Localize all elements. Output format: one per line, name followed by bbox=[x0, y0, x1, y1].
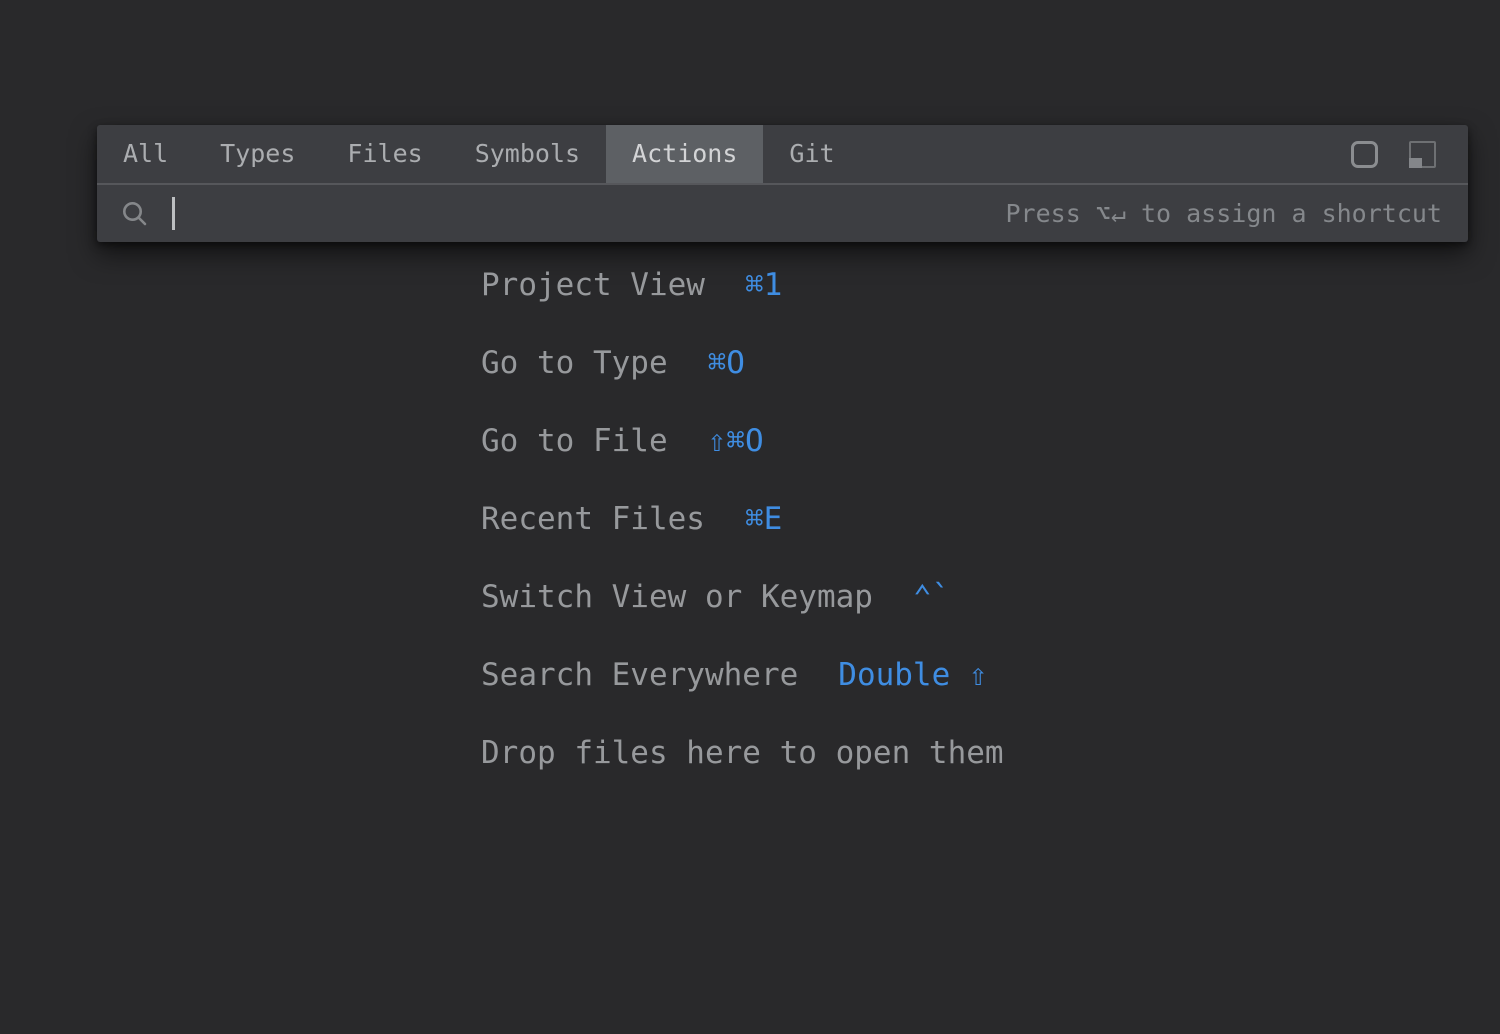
action-label: Go to Type bbox=[481, 345, 668, 381]
action-shortcut: ⇧⌘O bbox=[708, 423, 764, 459]
search-everywhere-dialog: All Types Files Symbols Actions Git Pres… bbox=[97, 125, 1468, 242]
action-shortcut: ⌃` bbox=[913, 579, 950, 615]
search-icon bbox=[121, 200, 149, 228]
filter-frame-icon[interactable] bbox=[1351, 141, 1378, 168]
action-label: Go to File bbox=[481, 423, 668, 459]
action-label: Project View bbox=[481, 267, 705, 303]
tab-label: Actions bbox=[632, 139, 737, 168]
action-shortcut: ⌘E bbox=[745, 501, 782, 537]
shortcut-hint-row: Search Everywhere Double ⇧ bbox=[481, 636, 1004, 714]
tab-bar: All Types Files Symbols Actions Git bbox=[97, 125, 1468, 183]
search-input[interactable] bbox=[175, 199, 1006, 229]
tab-git[interactable]: Git bbox=[763, 125, 860, 183]
tab-label: Git bbox=[789, 139, 834, 168]
shortcut-hint-row: Go to Type ⌘O bbox=[481, 324, 1004, 402]
shortcut-hint-row: Recent Files ⌘E bbox=[481, 480, 1004, 558]
tab-types[interactable]: Types bbox=[194, 125, 321, 183]
action-label: Switch View or Keymap bbox=[481, 579, 873, 615]
shortcut-hint-row: Switch View or Keymap ⌃` bbox=[481, 558, 1004, 636]
tab-symbols[interactable]: Symbols bbox=[449, 125, 606, 183]
action-shortcut: Double ⇧ bbox=[838, 657, 987, 693]
action-label: Drop files here to open them bbox=[481, 735, 1004, 771]
shortcut-assign-hint: Press ⌥↵ to assign a shortcut bbox=[1006, 199, 1443, 228]
action-shortcut: ⌘1 bbox=[745, 267, 782, 303]
shortcut-hint-row: Drop files here to open them bbox=[481, 714, 1004, 792]
search-row: Press ⌥↵ to assign a shortcut bbox=[97, 185, 1468, 242]
tab-actions[interactable]: Actions bbox=[606, 125, 763, 183]
shortcut-hint-row: Go to File ⇧⌘O bbox=[481, 402, 1004, 480]
tab-label: Types bbox=[220, 139, 295, 168]
shortcut-hint-row: Project View ⌘1 bbox=[481, 246, 1004, 324]
tab-label: All bbox=[123, 139, 168, 168]
tabbar-icons bbox=[1351, 125, 1468, 183]
open-in-find-window-icon[interactable] bbox=[1409, 141, 1436, 168]
tab-label: Files bbox=[347, 139, 422, 168]
action-label: Recent Files bbox=[481, 501, 705, 537]
tab-files[interactable]: Files bbox=[321, 125, 448, 183]
empty-state-shortcut-list: Project View ⌘1 Go to Type ⌘O Go to File ⇧⌘… bbox=[481, 246, 1004, 792]
action-shortcut: ⌘O bbox=[708, 345, 745, 381]
tab-all[interactable]: All bbox=[97, 125, 194, 183]
tab-list: All Types Files Symbols Actions Git bbox=[97, 125, 861, 183]
tab-label: Symbols bbox=[475, 139, 580, 168]
action-label: Search Everywhere bbox=[481, 657, 798, 693]
